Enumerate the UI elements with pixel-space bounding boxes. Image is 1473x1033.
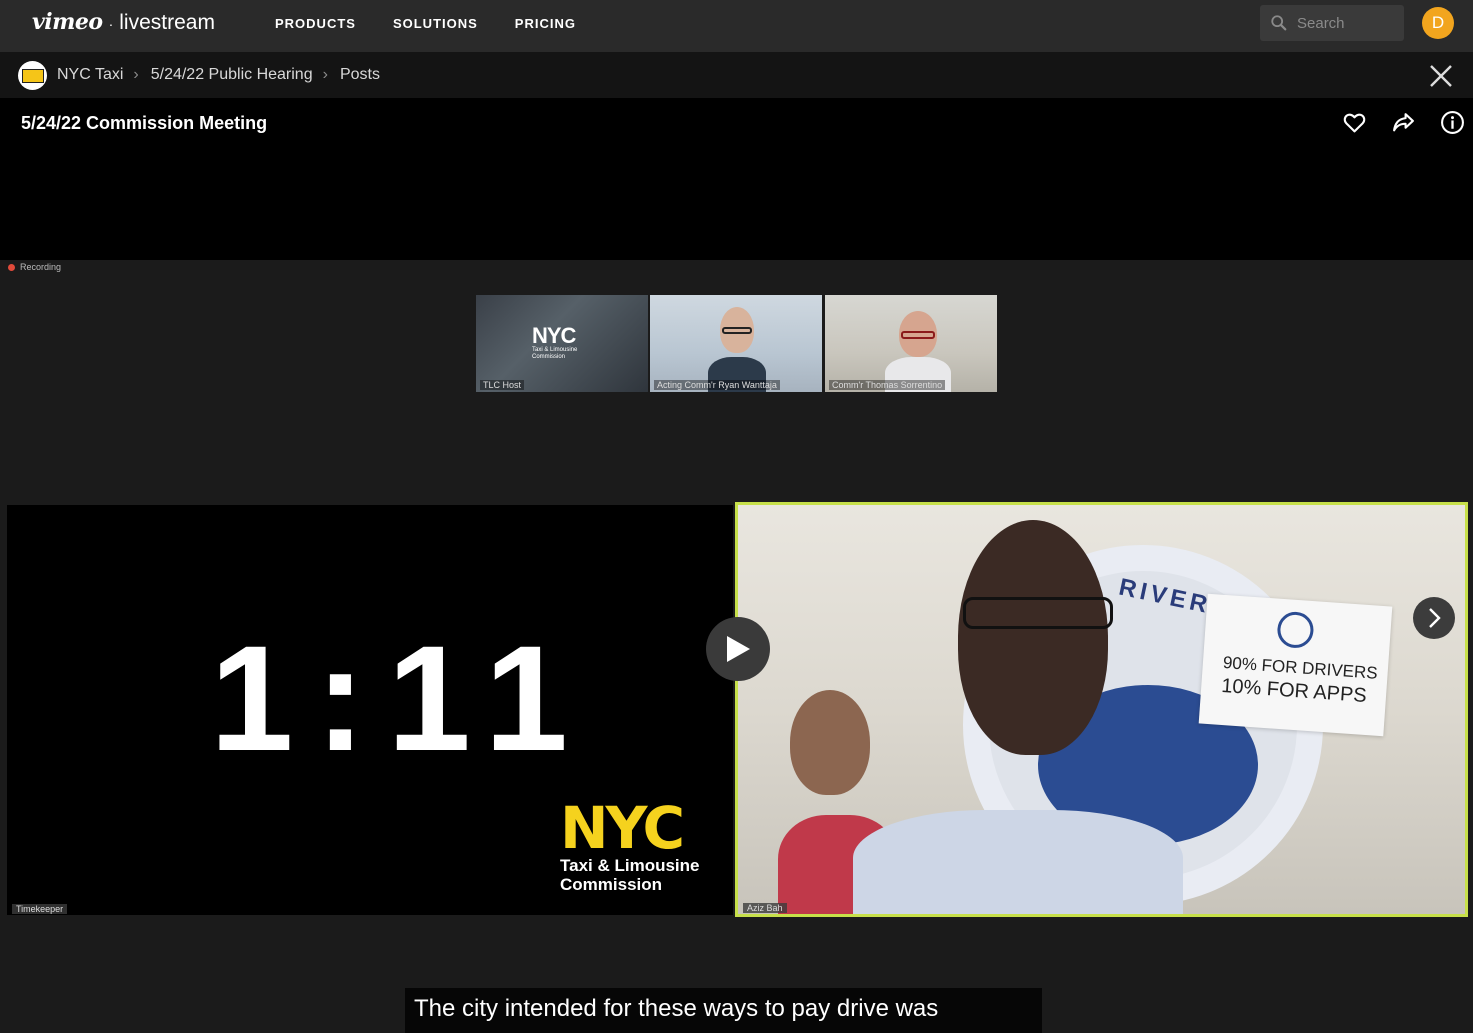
logo-separator: ·: [108, 16, 114, 32]
search-input[interactable]: [1297, 14, 1397, 32]
livestream-wordmark: livestream: [119, 11, 215, 34]
play-icon: [727, 636, 750, 662]
glasses-icon: [963, 597, 1113, 629]
breadcrumb-posts[interactable]: Posts: [340, 66, 380, 84]
main-menu: PRODUCTS SOLUTIONS PRICING: [275, 16, 576, 31]
nav-products[interactable]: PRODUCTS: [275, 16, 356, 31]
glasses-icon: [722, 327, 752, 334]
participant-name: Comm'r Thomas Sorrentino: [829, 380, 946, 390]
active-speaker-tile: RIVERS 90% FOR DRIVERS 10% FOR APPS Aziz…: [735, 502, 1468, 917]
participant-thumbnail: NYC Taxi & Limousine Commission TLC Host: [476, 295, 648, 392]
glasses-icon: [901, 331, 935, 339]
tlc-logo-line2: Commission: [560, 875, 663, 894]
post-actions: [1342, 110, 1465, 135]
recording-label: Recording: [20, 262, 62, 272]
info-icon[interactable]: [1440, 110, 1465, 135]
breadcrumb-bar: NYC Taxi › 5/24/22 Public Hearing › Post…: [0, 52, 1473, 98]
share-icon[interactable]: [1391, 110, 1416, 135]
post-title: 5/24/22 Commission Meeting: [21, 113, 268, 133]
thumb-nyc-logo: NYC: [532, 323, 576, 348]
recording-indicator: Recording: [8, 262, 61, 272]
participant-thumbnail: Acting Comm'r Ryan Wanttaja: [650, 295, 822, 392]
close-icon[interactable]: [1428, 63, 1454, 89]
next-post-button[interactable]: [1413, 597, 1455, 639]
nav-solutions[interactable]: SOLUTIONS: [393, 16, 478, 31]
timekeeper-tile: 1:11 NYC Taxi & Limousine Commission Tim…: [7, 505, 733, 915]
breadcrumb-channel[interactable]: NYC Taxi: [57, 66, 123, 84]
participant-name: Aziz Bah: [743, 903, 787, 913]
chevron-right-icon: ›: [322, 66, 328, 83]
nav-pricing[interactable]: PRICING: [515, 16, 576, 31]
nyc-taxi-logo-icon: [21, 68, 44, 83]
sign-placard: 90% FOR DRIVERS 10% FOR APPS: [1198, 593, 1393, 737]
sign-logo-icon: [1276, 610, 1315, 650]
bystander-face: [790, 690, 870, 795]
video-player[interactable]: Recording NYC Taxi & Limousine Commission…: [0, 260, 1473, 1033]
participant-name: TLC Host: [480, 380, 525, 390]
chevron-right-icon: ›: [133, 66, 139, 83]
tlc-logo-brand: NYC: [560, 794, 685, 862]
thumb-logo-subtitle: Taxi & Limousine Commission: [532, 347, 578, 360]
participant-name: Acting Comm'r Ryan Wanttaja: [654, 380, 780, 390]
play-button[interactable]: [706, 617, 770, 681]
chevron-right-icon: [1429, 608, 1441, 628]
breadcrumb: NYC Taxi › 5/24/22 Public Hearing › Post…: [57, 66, 380, 84]
participant-name: Timekeeper: [12, 904, 68, 914]
search-icon: [1271, 15, 1287, 31]
closed-caption: The city intended for these ways to pay …: [405, 988, 1042, 1033]
countdown-timer: 1:11: [210, 614, 590, 782]
vimeo-livestream-logo[interactable]: vimeo · livestream: [32, 9, 215, 35]
tlc-logo-line1: Taxi & Limousine: [560, 856, 700, 875]
tlc-logo: NYC Taxi & Limousine Commission: [560, 794, 700, 894]
speaker-figure: [853, 810, 1183, 914]
user-avatar[interactable]: D: [1422, 7, 1454, 39]
heart-icon[interactable]: [1342, 110, 1367, 135]
recording-dot-icon: [8, 263, 15, 271]
participant-thumbnail: Comm'r Thomas Sorrentino: [825, 295, 997, 392]
channel-logo[interactable]: [18, 61, 47, 90]
vimeo-wordmark: vimeo: [32, 9, 103, 35]
top-nav: vimeo · livestream PRODUCTS SOLUTIONS PR…: [0, 0, 1473, 52]
speaker-face: [958, 520, 1108, 755]
search-box[interactable]: [1260, 5, 1404, 41]
breadcrumb-event[interactable]: 5/24/22 Public Hearing: [151, 66, 313, 84]
